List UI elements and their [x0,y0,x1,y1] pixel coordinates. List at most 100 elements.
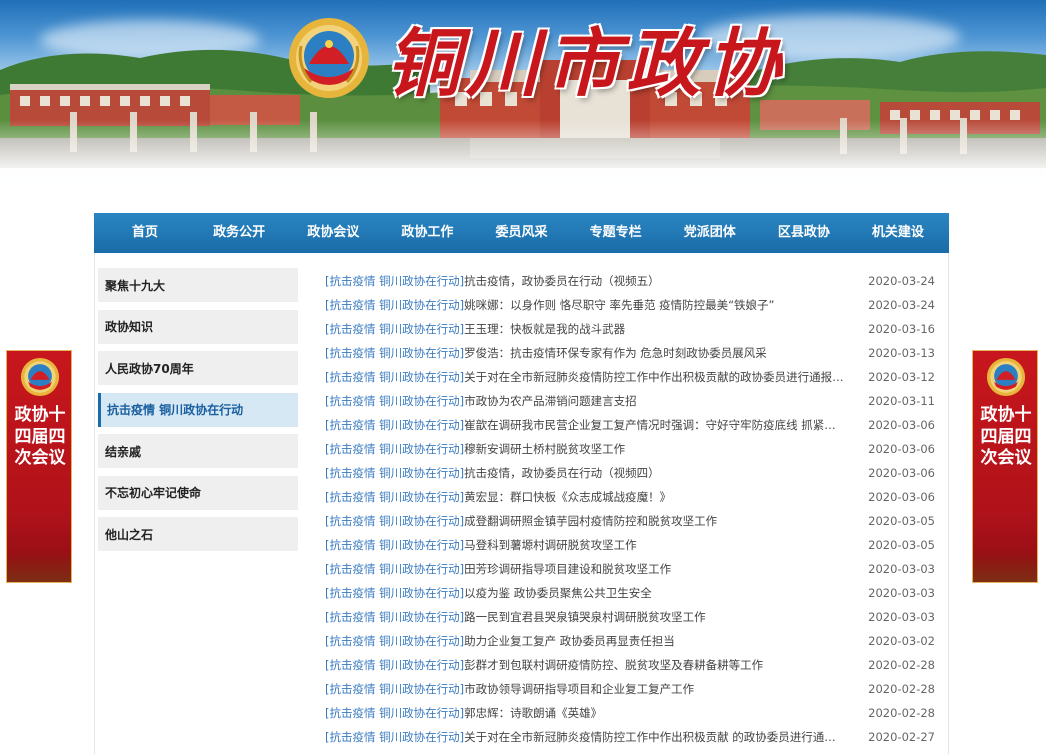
article-date: 2020-03-11 [868,394,935,408]
article-category[interactable]: [抗击疫情 铜川政协在行动] [325,658,464,672]
nav-item-organization[interactable]: 机关建设 [851,213,945,253]
article-title[interactable]: 穆新安调研土桥村脱贫攻坚工作 [464,442,625,456]
article-category[interactable]: [抗击疫情 铜川政协在行动] [325,346,464,360]
nav-item-parties[interactable]: 党派团体 [663,213,757,253]
list-item: [抗击疫情 铜川政协在行动]郭忠辉：诗歌朗诵《英雄》 2020-02-28 [325,701,935,725]
article-link[interactable]: [抗击疫情 铜川政协在行动]马登科到薯塬村调研脱贫攻坚工作 [325,537,845,553]
article-title[interactable]: 以疫为鉴 政协委员聚焦公共卫生安全 [464,586,652,600]
article-category[interactable]: [抗击疫情 铜川政协在行动] [325,394,464,408]
nav-item-work[interactable]: 政协工作 [380,213,474,253]
article-title[interactable]: 抗击疫情，政协委员在行动（视频五） [464,274,660,288]
nav-item-meetings[interactable]: 政协会议 [286,213,380,253]
article-link[interactable]: [抗击疫情 铜川政协在行动]郭忠辉：诗歌朗诵《英雄》 [325,705,845,721]
list-item: [抗击疫情 铜川政协在行动]王玉理：快板就是我的战斗武器 2020-03-16 [325,317,935,341]
article-category[interactable]: [抗击疫情 铜川政协在行动] [325,706,464,720]
article-link[interactable]: [抗击疫情 铜川政协在行动]崔歆在调研我市民营企业复工复产情况时强调：守好守牢防… [325,417,845,433]
article-category[interactable]: [抗击疫情 铜川政协在行动] [325,586,464,600]
session-banner-right[interactable]: 政协十四届四次会议 [972,350,1038,583]
article-list: [抗击疫情 铜川政协在行动]抗击疫情，政协委员在行动（视频五） 2020-03-2… [325,269,935,749]
article-date: 2020-03-03 [868,586,935,600]
article-category[interactable]: [抗击疫情 铜川政协在行动] [325,322,464,336]
article-title[interactable]: 抗击疫情，政协委员在行动（视频四） [464,466,660,480]
article-title[interactable]: 市政协为农产品滞销问题建言支招 [464,394,637,408]
article-category[interactable]: [抗击疫情 铜川政协在行动] [325,418,464,432]
article-link[interactable]: [抗击疫情 铜川政协在行动]抗击疫情，政协委员在行动（视频五） [325,273,845,289]
article-category[interactable]: [抗击疫情 铜川政协在行动] [325,466,464,480]
article-title[interactable]: 彭群才到包联村调研疫情防控、脱贫攻坚及春耕备耕等工作 [464,658,763,672]
article-title[interactable]: 市政协领导调研指导项目和企业复工复产工作 [464,682,694,696]
article-category[interactable]: [抗击疫情 铜川政协在行动] [325,730,464,744]
article-link[interactable]: [抗击疫情 铜川政协在行动]穆新安调研土桥村脱贫攻坚工作 [325,441,845,457]
article-category[interactable]: [抗击疫情 铜川政协在行动] [325,682,464,696]
nav-item-home[interactable]: 首页 [98,213,192,253]
article-category[interactable]: [抗击疫情 铜川政协在行动] [325,610,464,624]
sidebar-item[interactable]: 政协知识 [98,309,298,344]
article-link[interactable]: [抗击疫情 铜川政协在行动]抗击疫情，政协委员在行动（视频四） [325,465,845,481]
cppcc-emblem-icon [986,357,1026,397]
article-date: 2020-02-28 [868,658,935,672]
article-date: 2020-03-24 [868,274,935,288]
article-link[interactable]: [抗击疫情 铜川政协在行动]罗俊浩：抗击疫情环保专家有作为 危急时刻政协委员展风… [325,345,845,361]
list-item: [抗击疫情 铜川政协在行动]助力企业复工复产 政协委员再显责任担当 2020-03… [325,629,935,653]
article-title[interactable]: 田芳珍调研指导项目建设和脱贫攻坚工作 [464,562,671,576]
list-item: [抗击疫情 铜川政协在行动]抗击疫情，政协委员在行动（视频四） 2020-03-0… [325,461,935,485]
banner-decoration [973,552,1037,582]
list-item: [抗击疫情 铜川政协在行动]抗击疫情，政协委员在行动（视频五） 2020-03-2… [325,269,935,293]
article-title[interactable]: 关于对在全市新冠肺炎疫情防控工作中作出积极贡献的政协委员进行通报表彰... [464,370,845,384]
article-link[interactable]: [抗击疫情 铜川政协在行动]彭群才到包联村调研疫情防控、脱贫攻坚及春耕备耕等工作 [325,657,845,673]
article-link[interactable]: [抗击疫情 铜川政协在行动]成登翻调研照金镇芋园村疫情防控和脱贫攻坚工作 [325,513,845,529]
nav-item-members[interactable]: 委员风采 [474,213,568,253]
sidebar-item[interactable]: 聚焦十九大 [98,268,298,302]
article-link[interactable]: [抗击疫情 铜川政协在行动]助力企业复工复产 政协委员再显责任担当 [325,633,845,649]
article-date: 2020-03-05 [868,514,935,528]
article-title[interactable]: 郭忠辉：诗歌朗诵《英雄》 [464,706,602,720]
article-category[interactable]: [抗击疫情 铜川政协在行动] [325,538,464,552]
article-title[interactable]: 崔歆在调研我市民营企业复工复产情况时强调：守好守牢防疫底线 抓紧复工... [464,418,845,432]
list-item: [抗击疫情 铜川政协在行动]彭群才到包联村调研疫情防控、脱贫攻坚及春耕备耕等工作… [325,653,935,677]
article-link[interactable]: [抗击疫情 铜川政协在行动]姚咪娜：以身作则 恪尽职守 率先垂范 疫情防控最美“… [325,297,845,313]
article-category[interactable]: [抗击疫情 铜川政协在行动] [325,490,464,504]
article-link[interactable]: [抗击疫情 铜川政协在行动]王玉理：快板就是我的战斗武器 [325,321,845,337]
article-category[interactable]: [抗击疫情 铜川政协在行动] [325,514,464,528]
article-title[interactable]: 罗俊浩：抗击疫情环保专家有作为 危急时刻政协委员展风采 [464,346,767,360]
article-link[interactable]: [抗击疫情 铜川政协在行动]田芳珍调研指导项目建设和脱贫攻坚工作 [325,561,845,577]
article-link[interactable]: [抗击疫情 铜川政协在行动]关于对在全市新冠肺炎疫情防控工作中作出积极贡献的政协… [325,369,845,385]
article-category[interactable]: [抗击疫情 铜川政协在行动] [325,562,464,576]
sidebar-item[interactable]: 抗击疫情 铜川政协在行动 [98,392,298,427]
article-title[interactable]: 关于对在全市新冠肺炎疫情防控工作中作出积极贡献 的政协委员进行通报表... [464,730,845,744]
cppcc-emblem-icon[interactable] [287,16,371,100]
list-item: [抗击疫情 铜川政协在行动]关于对在全市新冠肺炎疫情防控工作中作出积极贡献 的政… [325,725,935,749]
article-title[interactable]: 姚咪娜：以身作则 恪尽职守 率先垂范 疫情防控最美“铁娘子” [464,298,774,312]
nav-item-government-affairs[interactable]: 政务公开 [192,213,286,253]
session-banner-text: 政协十四届四次会议 [14,405,66,468]
article-category[interactable]: [抗击疫情 铜川政协在行动] [325,298,464,312]
article-title[interactable]: 黄宏显：群口快板《众志成城战疫魔！》 [464,490,671,504]
sidebar-item[interactable]: 他山之石 [98,517,298,551]
session-banner-left[interactable]: 政协十四届四次会议 [6,350,72,583]
sidebar-item[interactable]: 结亲戚 [98,434,298,468]
article-title[interactable]: 马登科到薯塬村调研脱贫攻坚工作 [464,538,637,552]
article-link[interactable]: [抗击疫情 铜川政协在行动]市政协领导调研指导项目和企业复工复产工作 [325,681,845,697]
nav-item-districts[interactable]: 区县政协 [757,213,851,253]
sidebar-item[interactable]: 不忘初心牢记使命 [98,475,298,510]
article-category[interactable]: [抗击疫情 铜川政协在行动] [325,370,464,384]
article-category[interactable]: [抗击疫情 铜川政协在行动] [325,442,464,456]
nav-item-topics[interactable]: 专题专栏 [569,213,663,253]
article-date: 2020-03-06 [868,442,935,456]
article-title[interactable]: 王玉理：快板就是我的战斗武器 [464,322,625,336]
cppcc-emblem-icon [20,357,60,397]
article-category[interactable]: [抗击疫情 铜川政协在行动] [325,274,464,288]
article-title[interactable]: 路一民到宜君县哭泉镇哭泉村调研脱贫攻坚工作 [464,610,706,624]
article-date: 2020-03-12 [868,370,935,384]
article-title[interactable]: 助力企业复工复产 政协委员再显责任担当 [464,634,675,648]
sidebar-item[interactable]: 人民政协70周年 [98,351,298,385]
list-item: [抗击疫情 铜川政协在行动]罗俊浩：抗击疫情环保专家有作为 危急时刻政协委员展风… [325,341,935,365]
article-link[interactable]: [抗击疫情 铜川政协在行动]以疫为鉴 政协委员聚焦公共卫生安全 [325,585,845,601]
article-date: 2020-03-03 [868,610,935,624]
article-link[interactable]: [抗击疫情 铜川政协在行动]路一民到宜君县哭泉镇哭泉村调研脱贫攻坚工作 [325,609,845,625]
article-link[interactable]: [抗击疫情 铜川政协在行动]关于对在全市新冠肺炎疫情防控工作中作出积极贡献 的政… [325,729,845,745]
article-title[interactable]: 成登翻调研照金镇芋园村疫情防控和脱贫攻坚工作 [464,514,717,528]
article-link[interactable]: [抗击疫情 铜川政协在行动]黄宏显：群口快板《众志成城战疫魔！》 [325,489,845,505]
article-link[interactable]: [抗击疫情 铜川政协在行动]市政协为农产品滞销问题建言支招 [325,393,845,409]
article-category[interactable]: [抗击疫情 铜川政协在行动] [325,634,464,648]
